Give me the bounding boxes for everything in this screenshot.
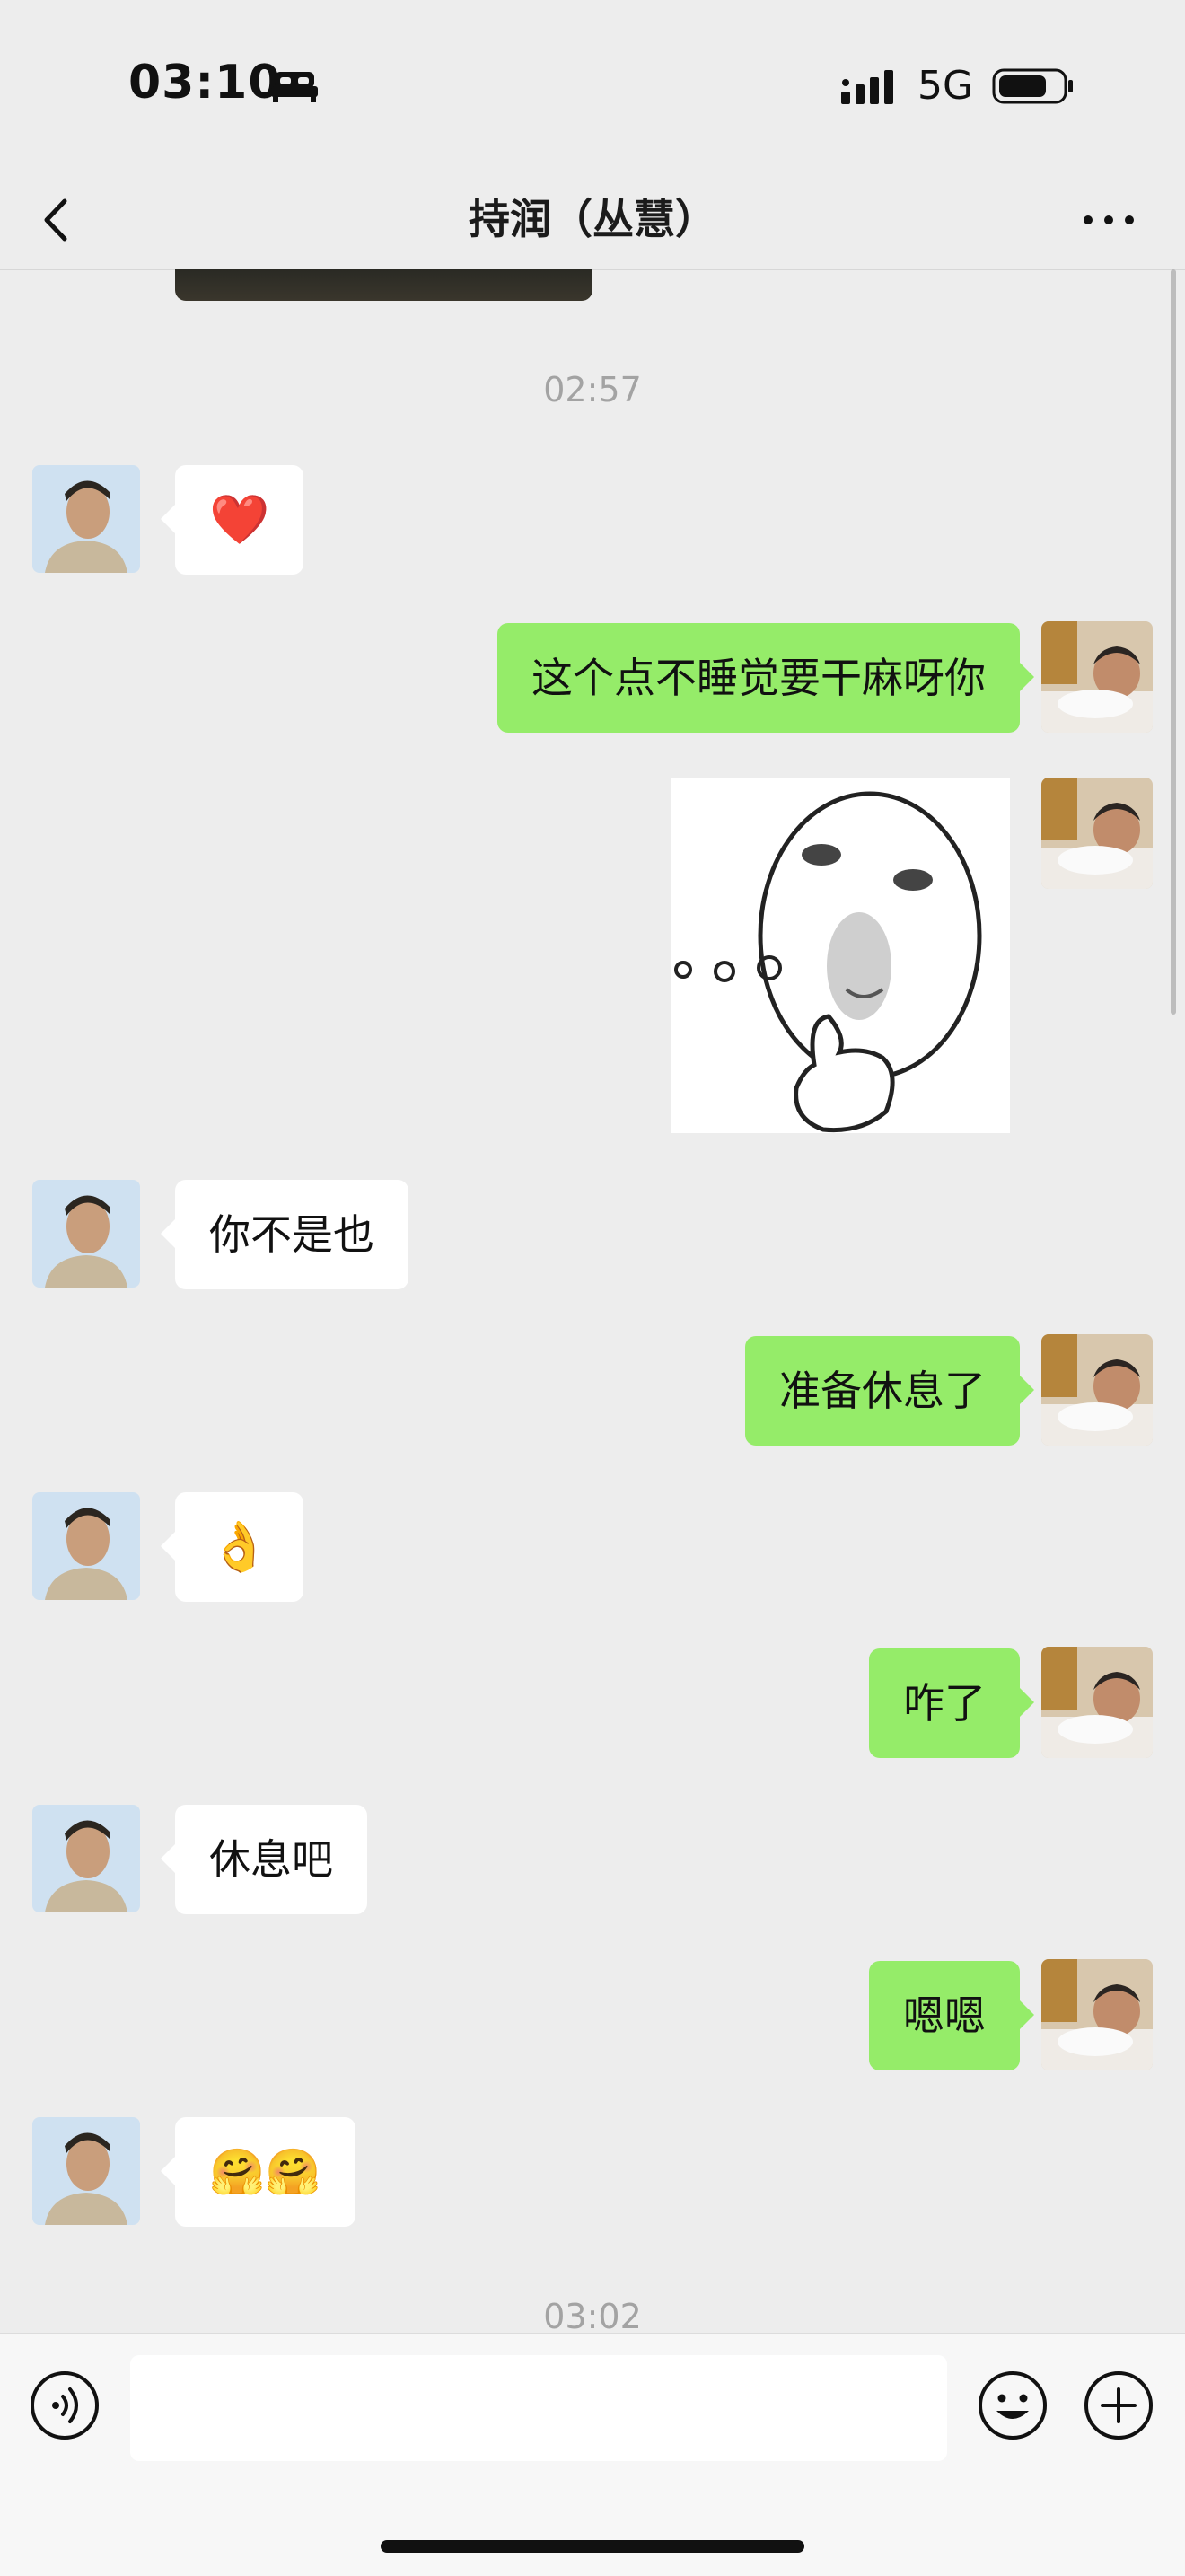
contact-avatar[interactable] — [32, 2117, 140, 2225]
contact-avatar[interactable] — [32, 465, 140, 573]
status-bar: 03:10 5G — [0, 0, 1185, 171]
input-bar — [0, 2333, 1185, 2576]
more-dots-icon[interactable] — [1077, 207, 1140, 233]
my-avatar[interactable] — [1041, 1959, 1153, 2070]
thinking-face-sticker[interactable] — [671, 778, 1010, 1133]
scrollbar[interactable] — [1171, 269, 1176, 1015]
message-bubble-incoming[interactable]: 🤗🤗 — [161, 2117, 356, 2227]
message-bubble-outgoing[interactable]: 这个点不睡觉要干麻呀你 — [497, 623, 1034, 733]
message-bubble-incoming[interactable]: 休息吧 — [161, 1805, 367, 1914]
my-avatar[interactable] — [1041, 1334, 1153, 1446]
contact-avatar[interactable] — [32, 1492, 140, 1600]
contact-avatar[interactable] — [32, 1805, 140, 1912]
chat-header: 持润（丛慧） — [0, 171, 1185, 270]
message-bubble-outgoing[interactable]: 嗯嗯 — [869, 1961, 1034, 2070]
my-avatar[interactable] — [1041, 778, 1153, 889]
message-bubble-outgoing[interactable]: 准备休息了 — [745, 1336, 1034, 1446]
network-type: 5G — [917, 63, 974, 109]
message-bubble-incoming[interactable]: 👌 — [160, 1492, 304, 1602]
signal-icon — [841, 70, 893, 104]
emoji-icon[interactable] — [977, 2369, 1049, 2441]
plus-icon[interactable] — [1083, 2369, 1154, 2441]
timestamp: 02:57 — [543, 370, 642, 409]
message-bubble-incoming[interactable]: 你不是也 — [161, 1180, 408, 1289]
my-avatar[interactable] — [1041, 1647, 1153, 1758]
battery-icon — [992, 68, 1073, 104]
status-time: 03:10 — [128, 56, 282, 110]
previous-image-message[interactable] — [175, 269, 592, 301]
message-input[interactable] — [130, 2355, 947, 2461]
message-bubble-outgoing[interactable]: 咋了 — [869, 1648, 1034, 1758]
chat-title: 持润（丛慧） — [469, 195, 716, 243]
my-avatar[interactable] — [1041, 621, 1153, 733]
voice-icon[interactable] — [29, 2369, 101, 2441]
message-bubble-incoming[interactable]: ❤️ — [160, 465, 304, 575]
message-list[interactable]: 02:57 ❤️ 这个点不睡觉要干麻呀你 你不是也 准备休息了 👌 咋了 休息吧… — [0, 269, 1185, 2333]
contact-avatar[interactable] — [32, 1180, 140, 1288]
home-indicator[interactable] — [381, 2540, 804, 2553]
timestamp: 03:02 — [543, 2297, 642, 2333]
sleep-mode-icon — [271, 72, 318, 102]
